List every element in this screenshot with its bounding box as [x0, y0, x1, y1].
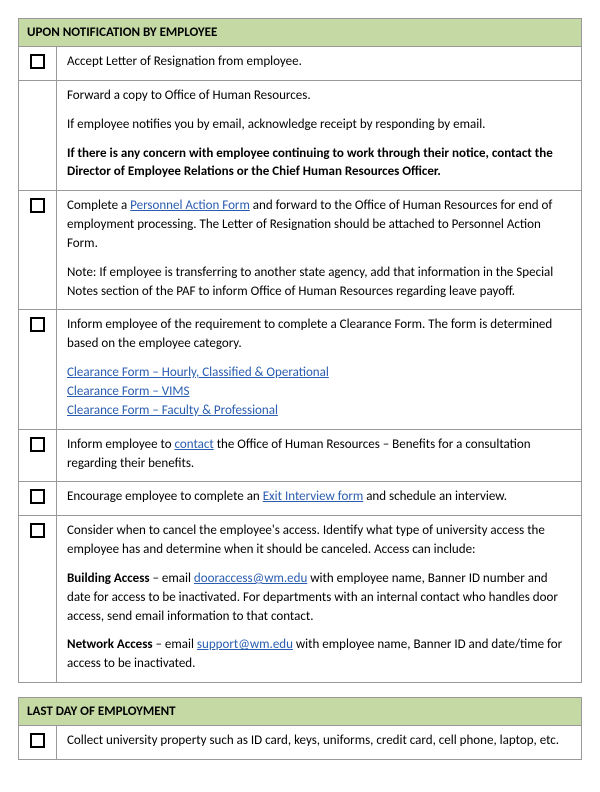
text-span: – email [150, 571, 194, 586]
text-span: Network Access [67, 637, 153, 652]
text-span: – email [153, 637, 197, 652]
text-line: Inform employee to contact the Office of… [67, 436, 571, 474]
text-cell: Forward a copy to Office of Human Resour… [57, 81, 581, 190]
link[interactable]: dooraccess@wm.edu [194, 571, 307, 586]
section-header: LAST DAY OF EMPLOYMENT [19, 698, 581, 726]
checklist-row: Inform employee of the requirement to co… [19, 310, 581, 429]
checkbox[interactable] [30, 489, 45, 504]
checkbox-cell [19, 47, 57, 80]
text-line: Building Access – email dooraccess@wm.ed… [67, 570, 571, 627]
text-span: Building Access [67, 571, 150, 586]
text-line: Collect university property such as ID c… [67, 732, 571, 751]
checklist-row: Complete a Personnel Action Form and for… [19, 191, 581, 310]
checklist-row: Forward a copy to Office of Human Resour… [19, 81, 581, 191]
text-cell: Accept Letter of Resignation from employ… [57, 47, 581, 80]
text-cell: Consider when to cancel the employee's a… [57, 516, 581, 682]
checkbox[interactable] [30, 317, 45, 332]
text-line: Clearance Form – Hourly, Classified & Op… [67, 364, 571, 383]
checkbox[interactable] [30, 54, 45, 69]
checklist-row: Consider when to cancel the employee's a… [19, 516, 581, 682]
text-cell: Collect university property such as ID c… [57, 726, 581, 759]
link[interactable]: Clearance Form – Hourly, Classified & Op… [67, 365, 329, 380]
text-span: and schedule an interview. [363, 489, 507, 504]
checkbox-cell [19, 310, 57, 428]
checkbox-cell [19, 81, 57, 190]
checkbox[interactable] [30, 523, 45, 538]
text-line: Accept Letter of Resignation from employ… [67, 53, 571, 72]
section: UPON NOTIFICATION BY EMPLOYEE Accept Lett… [18, 18, 582, 683]
text-cell: Inform employee to contact the Office of… [57, 430, 581, 482]
link[interactable]: contact [175, 437, 214, 452]
text-span: Encourage employee to complete an [67, 489, 263, 504]
text-span: Complete a [67, 198, 130, 213]
link[interactable]: Personnel Action Form [130, 198, 250, 213]
text-cell: Encourage employee to complete an Exit I… [57, 482, 581, 515]
checkbox[interactable] [30, 733, 45, 748]
text-line: Clearance Form – Faculty & Professional [67, 402, 571, 421]
text-line: Encourage employee to complete an Exit I… [67, 488, 571, 507]
checkbox[interactable] [30, 437, 45, 452]
text-line: Forward a copy to Office of Human Resour… [67, 87, 571, 106]
checklist-row: Inform employee to contact the Office of… [19, 430, 581, 483]
text-line: Inform employee of the requirement to co… [67, 316, 571, 354]
checkbox-cell [19, 726, 57, 759]
checkbox-cell [19, 482, 57, 515]
text-line: If there is any concern with employee co… [67, 145, 571, 183]
checkbox[interactable] [30, 198, 45, 213]
text-cell: Inform employee of the requirement to co… [57, 310, 581, 428]
checklist-row: Encourage employee to complete an Exit I… [19, 482, 581, 516]
text-line: Consider when to cancel the employee's a… [67, 522, 571, 560]
text-span: Inform employee to [67, 437, 175, 452]
checklist-row: Accept Letter of Resignation from employ… [19, 47, 581, 81]
text-line: Network Access – email support@wm.edu wi… [67, 636, 571, 674]
text-cell: Complete a Personnel Action Form and for… [57, 191, 581, 309]
link[interactable]: Clearance Form – Faculty & Professional [67, 403, 278, 418]
text-line: Note: If employee is transferring to ano… [67, 264, 571, 302]
checkbox-cell [19, 191, 57, 309]
text-line: Clearance Form – VIMS [67, 383, 571, 402]
checkbox-cell [19, 430, 57, 482]
text-line: If employee notifies you by email, ackno… [67, 116, 571, 135]
text-line: Complete a Personnel Action Form and for… [67, 197, 571, 254]
section: LAST DAY OF EMPLOYMENT Collect university… [18, 697, 582, 760]
link[interactable]: Clearance Form – VIMS [67, 384, 190, 399]
checklist-row: Collect university property such as ID c… [19, 726, 581, 759]
link[interactable]: Exit Interview form [263, 489, 364, 504]
section-header: UPON NOTIFICATION BY EMPLOYEE [19, 19, 581, 47]
checkbox-cell [19, 516, 57, 682]
link[interactable]: support@wm.edu [197, 637, 293, 652]
